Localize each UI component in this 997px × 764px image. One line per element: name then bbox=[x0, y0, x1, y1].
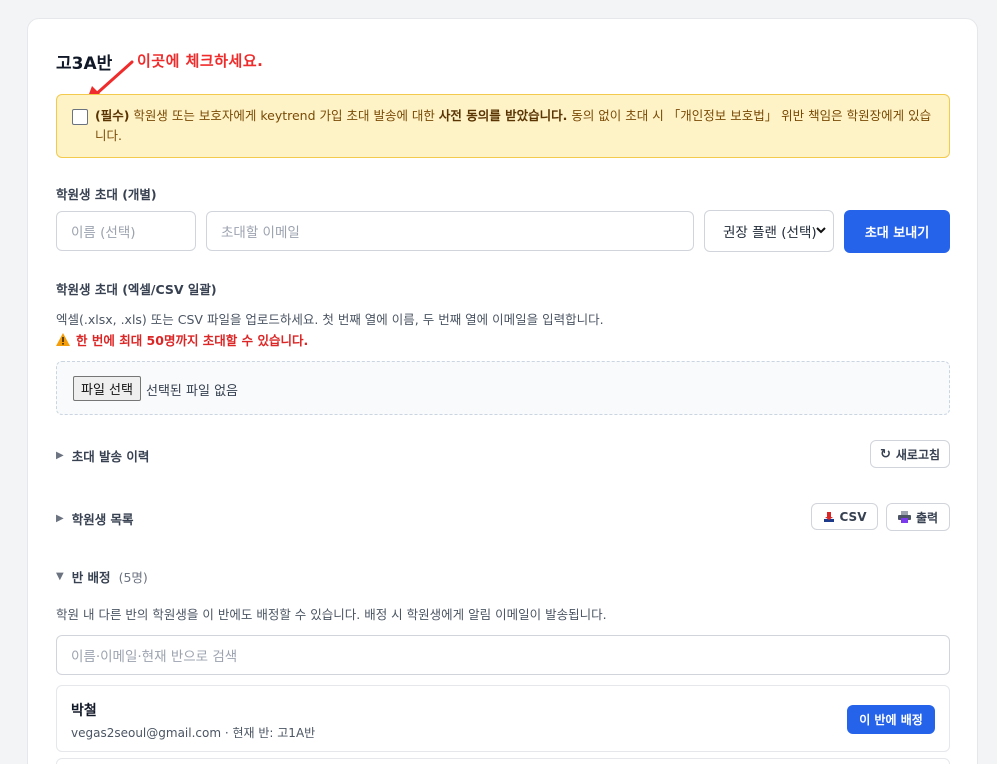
student-current-class: · 현재 반: 고1A반 bbox=[221, 726, 316, 740]
print-label: 출력 bbox=[915, 510, 939, 525]
assign-description: 학원 내 다른 반의 학원생을 이 반에도 배정할 수 있습니다. 배정 시 학… bbox=[56, 607, 607, 622]
csv-download-button[interactable]: CSV bbox=[811, 503, 878, 530]
assign-to-class-button[interactable]: 이 반에 배정 bbox=[847, 705, 935, 734]
individual-invite-label: 학원생 초대 (개별) bbox=[56, 187, 157, 202]
file-select-button[interactable]: 파일 선택 bbox=[73, 376, 141, 401]
student-search-input[interactable]: 이름·이메일·현재 반으로 검색 bbox=[56, 635, 950, 675]
name-input-placeholder: 이름 (선택) bbox=[71, 225, 136, 241]
refresh-icon: ↻ bbox=[879, 446, 891, 462]
email-input-placeholder: 초대할 이메일 bbox=[221, 225, 300, 241]
bulk-warning: 한 번에 최대 50명까지 초대할 수 있습니다. bbox=[56, 330, 308, 349]
assign-count: (5명) bbox=[118, 570, 148, 585]
student-list-label: 학원생 목록 bbox=[71, 512, 134, 527]
consent-checkbox[interactable] bbox=[72, 109, 88, 125]
consent-bold: 사전 동의를 받았습니다. bbox=[438, 108, 568, 123]
send-invite-button[interactable]: 초대 보내기 bbox=[844, 210, 950, 253]
download-icon bbox=[823, 511, 834, 522]
csv-label: CSV bbox=[839, 509, 867, 524]
triangle-down-icon: ▼ bbox=[56, 571, 64, 582]
student-email: vegas2seoul@gmail.com bbox=[71, 726, 222, 740]
consent-box: (필수) 학원생 또는 보호자에게 keytrend 가입 초대 발송에 대한 … bbox=[56, 94, 950, 158]
printer-icon bbox=[897, 511, 911, 523]
history-toggle[interactable]: ▶ 초대 발송 이력 bbox=[56, 446, 149, 465]
file-dropzone[interactable]: 파일 선택 선택된 파일 없음 bbox=[56, 361, 950, 415]
email-input[interactable]: 초대할 이메일 bbox=[206, 211, 694, 251]
triangle-right-icon: ▶ bbox=[56, 513, 64, 524]
consent-text-part1: 학원생 또는 보호자에게 keytrend 가입 초대 발송에 대한 bbox=[129, 108, 439, 123]
chevron-down-icon bbox=[816, 227, 826, 234]
refresh-label: 새로고침 bbox=[895, 447, 941, 462]
assign-toggle[interactable]: ▼ 반 배정 (5명) bbox=[56, 567, 148, 586]
warning-icon bbox=[56, 333, 70, 346]
consent-required: (필수) bbox=[95, 108, 130, 123]
bulk-description: 엑셀(.xlsx, .xls) 또는 CSV 파일을 업로드하세요. 첫 번째 … bbox=[56, 312, 604, 327]
annotation-text: 이곳에 체크하세요. bbox=[137, 52, 264, 70]
assign-label: 반 배정 bbox=[71, 570, 111, 585]
triangle-right-icon: ▶ bbox=[56, 450, 64, 461]
print-button[interactable]: 출력 bbox=[886, 503, 950, 531]
student-item-next bbox=[56, 758, 950, 764]
file-status: 선택된 파일 없음 bbox=[146, 384, 238, 399]
student-list-toggle[interactable]: ▶ 학원생 목록 bbox=[56, 509, 134, 528]
student-name: 박철 bbox=[71, 703, 97, 719]
history-label: 초대 발송 이력 bbox=[71, 449, 150, 464]
bulk-invite-label: 학원생 초대 (엑셀/CSV 일괄) bbox=[56, 282, 217, 297]
consent-text: (필수) 학원생 또는 보호자에게 keytrend 가입 초대 발송에 대한 … bbox=[95, 106, 937, 146]
student-item: 박철 vegas2seoul@gmail.com · 현재 반: 고1A반 이 … bbox=[56, 685, 950, 752]
plan-select[interactable]: 권장 플랜 (선택) bbox=[704, 210, 834, 252]
student-search-placeholder: 이름·이메일·현재 반으로 검색 bbox=[71, 649, 238, 665]
name-input[interactable]: 이름 (선택) bbox=[56, 211, 196, 251]
student-meta: vegas2seoul@gmail.com · 현재 반: 고1A반 bbox=[71, 724, 315, 741]
refresh-button[interactable]: ↻ 새로고침 bbox=[870, 440, 950, 468]
bulk-warning-text: 한 번에 최대 50명까지 초대할 수 있습니다. bbox=[76, 333, 309, 348]
plan-select-value: 권장 플랜 (선택) bbox=[723, 225, 817, 241]
